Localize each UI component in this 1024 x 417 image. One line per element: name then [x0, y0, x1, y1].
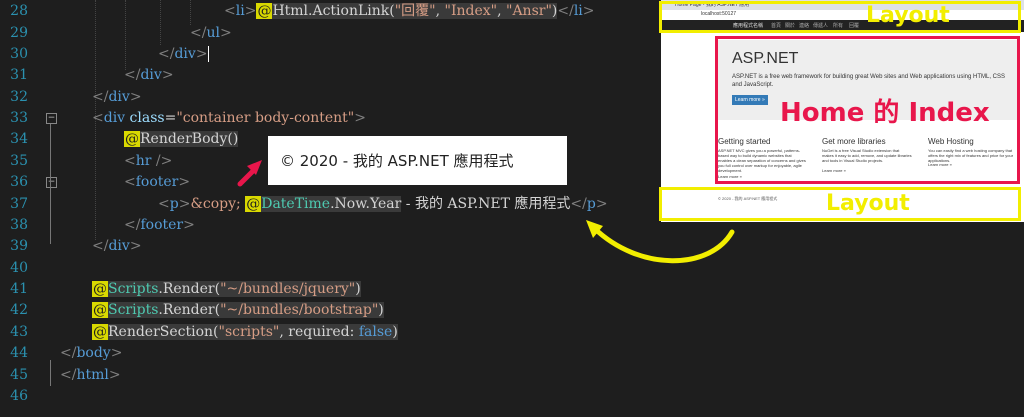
red-arrow-icon [237, 160, 262, 187]
yellow-curved-arrow-icon [586, 220, 735, 264]
annotation-arrows [237, 160, 735, 264]
